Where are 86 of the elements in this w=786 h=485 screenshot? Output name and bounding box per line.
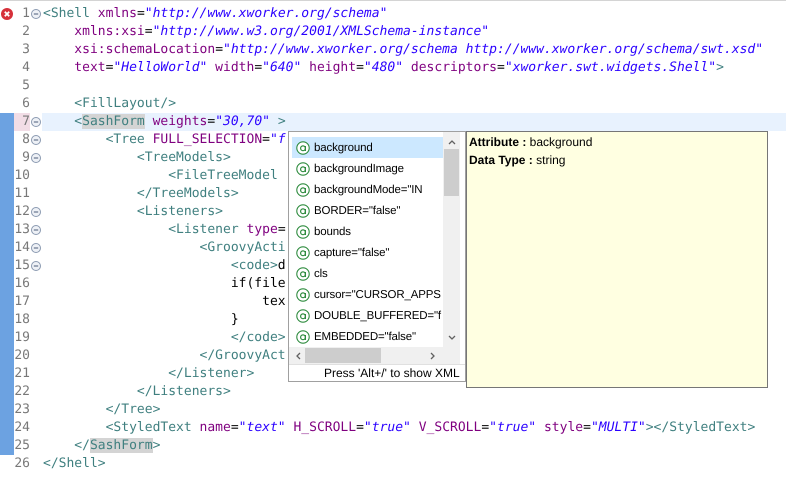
scrollbar-thumb[interactable] bbox=[444, 149, 459, 196]
hint-text: Press 'Alt+/' to show XML bbox=[324, 366, 460, 380]
line-number: 8 bbox=[21, 131, 30, 149]
line-number: 21 bbox=[14, 365, 30, 383]
code-line: <Tree FULL_SELECTION="f bbox=[106, 131, 286, 149]
code-line: xsi:schemaLocation="http://www.xworker.org/schema http://www.xworker.org/schema/swt.xsd" bbox=[74, 41, 764, 59]
collapse-icon[interactable] bbox=[31, 9, 41, 19]
line-number: 19 bbox=[14, 329, 30, 347]
line-number: 24 bbox=[14, 419, 30, 437]
code-line: </GroovyAct bbox=[200, 347, 286, 365]
attribute-icon bbox=[296, 288, 310, 302]
attribute-icon bbox=[296, 330, 310, 344]
code-line: if(file bbox=[230, 275, 286, 293]
line-number: 11 bbox=[14, 185, 30, 203]
line-number: 18 bbox=[14, 311, 30, 329]
completion-item[interactable]: DOUBLE_BUFFERED="f bbox=[292, 305, 443, 326]
code-line: <TreeModels> bbox=[136, 149, 231, 167]
attribute-icon bbox=[296, 308, 310, 322]
code-line: <FillLayout/> bbox=[74, 95, 176, 113]
horizontal-scrollbar[interactable] bbox=[289, 347, 443, 364]
code-line: xmlns:xsi="http://www.w3.org/2001/XMLSchema-instance" bbox=[74, 23, 490, 41]
attribute-icon bbox=[296, 246, 310, 260]
completion-item[interactable]: EMBEDDED="false" bbox=[292, 326, 443, 347]
completion-item[interactable]: BORDER="false" bbox=[292, 200, 443, 221]
code-line: </code> bbox=[230, 329, 286, 347]
code-line: tex bbox=[262, 293, 286, 311]
line-number: 16 bbox=[14, 275, 30, 293]
completion-item[interactable]: cursor="CURSOR_APPS bbox=[292, 284, 443, 305]
info-text: Data Type : string bbox=[469, 152, 566, 169]
line-number: 6 bbox=[21, 95, 30, 113]
code-line: <GroovyActi bbox=[200, 239, 286, 257]
line-number: 25 bbox=[14, 437, 30, 455]
line-number: 3 bbox=[21, 41, 30, 59]
attribute-icon bbox=[296, 162, 310, 176]
code-line: } bbox=[230, 311, 239, 329]
completion-item[interactable]: backgroundMode="IN bbox=[292, 179, 443, 200]
info-text: Attribute : background bbox=[469, 134, 594, 151]
line-number: 1 bbox=[21, 5, 30, 23]
code-line: <Listener type= bbox=[168, 221, 286, 239]
collapse-icon[interactable] bbox=[31, 207, 41, 217]
line-number: 7 bbox=[14, 113, 30, 131]
line-number: 5 bbox=[21, 77, 30, 95]
collapse-icon[interactable] bbox=[31, 135, 41, 145]
line-number: 26 bbox=[14, 455, 30, 473]
scrollbar-thumb[interactable] bbox=[305, 348, 381, 363]
collapse-icon[interactable] bbox=[31, 153, 41, 163]
code-line: text="HelloWorld" width="640" height="480" descriptors="xworker.swt.widgets.Shell"> bbox=[74, 59, 724, 77]
collapse-icon[interactable] bbox=[31, 243, 41, 253]
completion-item[interactable]: cls bbox=[292, 263, 443, 284]
code-line: </Listener> bbox=[168, 365, 254, 383]
line-number: 20 bbox=[14, 347, 30, 365]
collapse-icon[interactable] bbox=[31, 225, 41, 235]
attribute-icon bbox=[296, 224, 310, 238]
line-number: 10 bbox=[14, 167, 30, 185]
code-line: <SashForm weights="30,70" > bbox=[74, 113, 286, 131]
attribute-icon bbox=[296, 140, 310, 154]
line-number: 15 bbox=[14, 257, 30, 275]
attribute-icon bbox=[296, 266, 310, 280]
code-line: </Listeners> bbox=[136, 383, 231, 401]
line-number: 23 bbox=[14, 401, 30, 419]
code-line: <Shell xmlns="http://www.xworker.org/schema" bbox=[43, 5, 388, 23]
code-line: <Listeners> bbox=[136, 203, 223, 221]
line-number: 22 bbox=[14, 383, 30, 401]
line-number: 13 bbox=[14, 221, 30, 239]
line-number: 2 bbox=[21, 23, 30, 41]
completion-item[interactable]: backgroundImage bbox=[292, 158, 443, 179]
vertical-scrollbar[interactable] bbox=[443, 132, 460, 347]
collapse-icon[interactable] bbox=[31, 117, 41, 127]
line-number: 14 bbox=[14, 239, 30, 257]
line-number: 4 bbox=[21, 59, 30, 77]
completion-item[interactable]: background bbox=[292, 137, 443, 158]
completion-item[interactable]: bounds bbox=[292, 221, 443, 242]
attribute-icon bbox=[296, 182, 310, 196]
completion-item[interactable]: capture="false" bbox=[292, 242, 443, 263]
line-number: 9 bbox=[21, 149, 30, 167]
code-line: </Tree> bbox=[106, 401, 160, 419]
code-line: </Shell> bbox=[43, 455, 106, 473]
attribute-icon bbox=[296, 204, 310, 218]
collapse-icon[interactable] bbox=[31, 261, 41, 271]
code-line: <FileTreeModel bbox=[168, 167, 278, 185]
code-line: <code>d bbox=[230, 257, 286, 275]
line-number: 17 bbox=[14, 293, 30, 311]
code-line: </SashForm> bbox=[74, 437, 160, 455]
line-number: 12 bbox=[14, 203, 30, 221]
code-line: <StyledText name="text" H_SCROLL="true" V_SCROLL="true" style="MULTI"></StyledText> bbox=[106, 419, 756, 437]
code-line: </TreeModels> bbox=[136, 185, 239, 203]
